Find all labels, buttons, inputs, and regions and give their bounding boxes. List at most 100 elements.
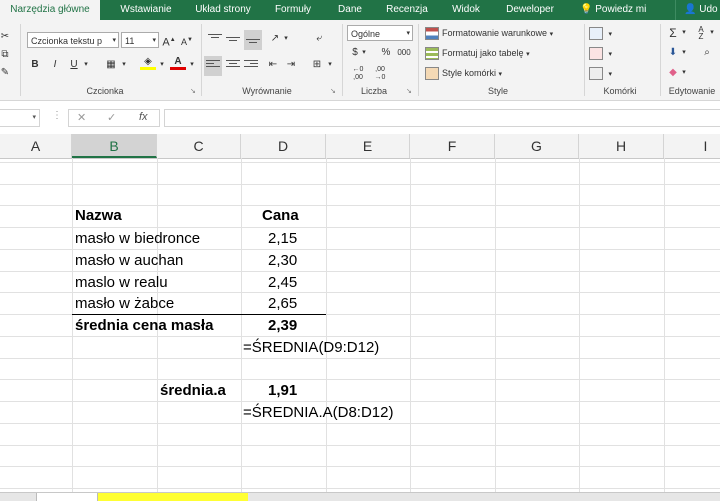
dialog-launcher-icon[interactable]: ↘ — [330, 87, 336, 95]
align-left-icon[interactable] — [204, 56, 222, 76]
cell-b12[interactable]: masło w żabce — [75, 293, 174, 314]
align-right-icon[interactable] — [244, 58, 258, 72]
column-header-e[interactable]: E — [326, 134, 410, 158]
cell-d17-formula-text[interactable]: =ŚREDNIA.A(D8:D12) — [243, 402, 393, 423]
increase-decimal-icon[interactable]: ←0,00 — [350, 66, 366, 81]
cell-d16-averagea-value[interactable]: 1,91 — [268, 380, 297, 401]
font-name-dropdown[interactable]: Czcionka tekstu p ▾ — [27, 32, 119, 48]
cell-d12[interactable]: 2,65 — [268, 293, 297, 314]
orientation-icon[interactable]: ↗ — [268, 32, 282, 46]
borders-icon[interactable]: ▦ — [104, 58, 118, 72]
cancel-entry-icon[interactable]: ✕ — [77, 111, 86, 124]
chevron-down-icon[interactable]: ▾ — [82, 58, 90, 72]
tab-developer[interactable]: Deweloper — [498, 0, 562, 20]
tell-me-box[interactable]: 💡 Powiedz mi — [580, 0, 646, 20]
cell-b11[interactable]: maslo w realu — [75, 272, 168, 293]
align-bottom-icon[interactable] — [244, 30, 262, 50]
column-header-d[interactable]: D — [241, 134, 326, 158]
wrap-text-icon[interactable]: ⤶ — [312, 32, 326, 46]
tab-home[interactable]: Narzędzia główne — [0, 0, 100, 20]
fill-color-button[interactable]: ◈ — [140, 56, 156, 70]
formula-input[interactable] — [164, 109, 720, 127]
column-header-f[interactable]: F — [410, 134, 495, 158]
cut-icon[interactable]: ✂ — [0, 30, 10, 44]
column-header-a[interactable]: A — [0, 134, 72, 158]
cell-d14-formula-text[interactable]: =ŚREDNIA(D9:D12) — [243, 337, 379, 358]
cell-c16-averagea-label[interactable]: średnia.a — [160, 380, 226, 401]
format-as-table-button[interactable]: Formatuj jako tabelę ▾ — [425, 46, 530, 61]
cell-b10[interactable]: masło w auchan — [75, 250, 183, 271]
confirm-entry-icon[interactable]: ✓ — [107, 111, 116, 124]
chevron-down-icon[interactable]: ▾ — [326, 58, 334, 72]
font-color-button[interactable]: A — [170, 56, 186, 70]
chevron-down-icon[interactable]: ▾ — [188, 58, 196, 72]
cell-d10[interactable]: 2,30 — [268, 250, 297, 271]
decrease-indent-icon[interactable]: ⇤ — [266, 58, 280, 72]
dialog-launcher-icon[interactable]: ↘ — [406, 87, 412, 95]
column-header-c[interactable]: C — [157, 134, 241, 158]
tab-view[interactable]: Widok — [446, 0, 486, 20]
decrease-decimal-icon[interactable]: ,00 →0 — [372, 66, 388, 81]
column-header-b[interactable]: B — [72, 134, 157, 158]
sort-filter-icon[interactable]: AZ — [694, 26, 708, 41]
chevron-down-icon[interactable]: ▾ — [120, 58, 128, 72]
insert-function-icon[interactable]: fx — [139, 111, 148, 123]
cell-b9[interactable]: masło w biedronce — [75, 228, 200, 249]
merge-center-icon[interactable]: ⊞ — [310, 58, 324, 72]
chevron-down-icon[interactable]: ▾ — [680, 26, 688, 40]
insert-cells-button[interactable]: ▾ — [589, 26, 612, 41]
table-icon — [425, 47, 439, 61]
cell-d13-average-value[interactable]: 2,39 — [268, 315, 297, 336]
conditional-formatting-button[interactable]: Formatowanie warunkowe ▾ — [425, 26, 553, 41]
underline-button[interactable]: U — [68, 58, 80, 72]
cell-d8-header-price[interactable]: Cana — [262, 205, 299, 226]
column-header-h[interactable]: H — [579, 134, 664, 158]
chevron-down-icon[interactable]: ▾ — [158, 58, 166, 72]
user-account[interactable]: 👤 Udo — [684, 0, 718, 20]
name-box[interactable]: ▾ — [0, 109, 40, 127]
splitter-icon[interactable]: ⋮ — [52, 110, 62, 121]
worksheet-grid[interactable]: Nazwa Cana masło w biedronce 2,15 masło … — [0, 158, 720, 492]
column-header-i[interactable]: I — [664, 134, 720, 158]
format-painter-icon[interactable]: ✎ — [0, 66, 10, 80]
tab-page-layout[interactable]: Układ strony — [186, 0, 260, 20]
thousands-separator-button[interactable]: 000 — [396, 46, 412, 60]
column-header-g[interactable]: G — [495, 134, 579, 158]
chevron-down-icon[interactable]: ▾ — [680, 46, 688, 60]
bold-button[interactable]: B — [29, 58, 41, 72]
cell-d11[interactable]: 2,45 — [268, 272, 297, 293]
group-label-styles: Style — [487, 86, 508, 96]
tab-data[interactable]: Dane — [330, 0, 370, 20]
copy-icon[interactable]: ⧉ — [0, 48, 10, 62]
format-cells-button[interactable]: ▾ — [589, 66, 612, 81]
tab-review[interactable]: Recenzja — [380, 0, 434, 20]
font-size-dropdown[interactable]: 11 ▾ — [121, 32, 159, 48]
align-top-icon[interactable] — [208, 32, 222, 46]
align-center-icon[interactable] — [226, 58, 240, 72]
chevron-down-icon[interactable]: ▾ — [708, 26, 716, 40]
align-middle-icon[interactable] — [226, 32, 240, 46]
fill-down-icon[interactable]: ⬇ — [666, 46, 680, 60]
tab-insert[interactable]: Wstawianie — [108, 0, 184, 20]
group-separator — [584, 24, 585, 96]
number-format-dropdown[interactable]: Ogólne ▾ — [347, 25, 413, 41]
cell-b8-header-name[interactable]: Nazwa — [75, 205, 122, 226]
delete-cells-button[interactable]: ▾ — [589, 46, 612, 61]
italic-button[interactable]: I — [49, 58, 61, 72]
increase-indent-icon[interactable]: ⇥ — [284, 58, 298, 72]
chevron-down-icon: ▾ — [32, 114, 36, 121]
find-select-icon[interactable]: ⌕ — [700, 46, 714, 60]
grow-font-button[interactable]: A▲ — [162, 33, 176, 49]
clear-icon[interactable]: ◆ — [666, 66, 680, 80]
dialog-launcher-icon[interactable]: ↘ — [190, 87, 196, 95]
chevron-down-icon[interactable]: ▾ — [680, 66, 688, 80]
cell-d9[interactable]: 2,15 — [268, 228, 297, 249]
percent-button[interactable]: % — [380, 46, 392, 60]
cell-styles-button[interactable]: Style komórki ▾ — [425, 66, 502, 81]
cell-b13-average-label[interactable]: średnia cena masła — [75, 315, 213, 336]
tab-formulas[interactable]: Formuły — [268, 0, 318, 20]
chevron-down-icon[interactable]: ▾ — [282, 32, 290, 46]
shrink-font-button[interactable]: A▼ — [180, 33, 194, 47]
autosum-icon[interactable]: Σ — [666, 26, 680, 40]
chevron-down-icon[interactable]: ▾ — [360, 46, 368, 60]
